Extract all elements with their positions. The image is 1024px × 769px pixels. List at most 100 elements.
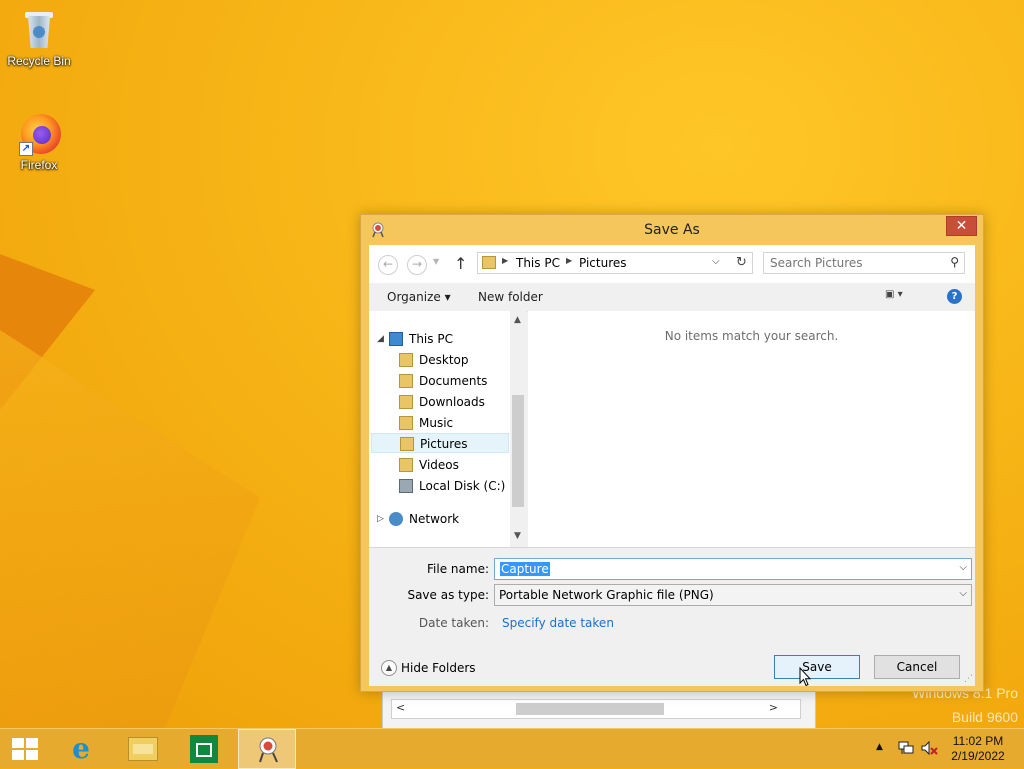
address-dropdown-icon[interactable]: ⌵ [712, 256, 720, 267]
search-input[interactable] [770, 256, 940, 270]
forward-button[interactable]: → [407, 255, 427, 275]
tree-item-music[interactable]: Music [399, 413, 507, 433]
scrollbar-thumb[interactable] [512, 395, 524, 507]
taskbar-internet-explorer[interactable]: e [52, 729, 110, 769]
taskbar-file-explorer[interactable] [114, 729, 172, 769]
save-as-type-value: Portable Network Graphic file (PNG) [499, 588, 714, 602]
store-icon [190, 735, 218, 763]
os-watermark-build: Build 9600 [951, 709, 1018, 725]
scroll-up-icon[interactable]: ▲ [514, 315, 521, 325]
cancel-button[interactable]: Cancel [874, 655, 960, 679]
volume-muted-icon[interactable] [920, 740, 938, 756]
tree-item-pictures[interactable]: Pictures [371, 433, 509, 453]
save-as-dialog[interactable]: Save As ✕ ← → ▼ ↑ ▶ This PC ▶ Pictures ⌵… [360, 214, 984, 692]
start-icon [12, 738, 38, 760]
scroll-down-icon[interactable]: ▼ [514, 531, 521, 541]
save-button[interactable]: Save [774, 655, 860, 679]
title-bar[interactable]: Save As ✕ [361, 215, 983, 245]
mouse-cursor-icon [799, 667, 811, 687]
refresh-button[interactable]: ↻ [731, 252, 753, 274]
date-taken-label: Date taken: [418, 616, 489, 630]
file-list-pane[interactable]: No items match your search. [528, 311, 975, 547]
save-as-type-label: Save as type: [407, 588, 489, 602]
tree-item-downloads[interactable]: Downloads [399, 392, 507, 412]
help-icon[interactable]: ? [947, 289, 962, 304]
resize-grip-icon[interactable]: ⋰ [964, 674, 973, 684]
scroll-right-icon[interactable]: > [769, 701, 778, 714]
tree-item-network[interactable]: ▷ Network [377, 509, 507, 529]
expand-arrow-icon[interactable]: ◢ [377, 329, 384, 349]
clock-date: 2/19/2022 [951, 749, 1005, 763]
clock[interactable]: 11:02 PM 2/19/2022 [940, 734, 1016, 764]
change-view-button[interactable]: ▣ ▾ [885, 289, 921, 305]
tree-item-label: Videos [419, 458, 459, 472]
command-bar: Organize ▾ New folder ▣ ▾ ? [369, 283, 975, 312]
breadcrumb-pictures[interactable]: Pictures [579, 256, 627, 270]
up-button[interactable]: ↑ [454, 254, 467, 273]
show-hidden-icons-button[interactable]: ▲ [876, 742, 883, 752]
search-icon[interactable]: ⚲ [950, 255, 959, 269]
tree-item-label: Music [419, 416, 454, 430]
folder-icon [400, 437, 414, 451]
folder-icon [399, 353, 413, 367]
this-pc-icon [389, 332, 403, 346]
firefox-icon: ↗ [19, 112, 61, 156]
folder-icon [482, 256, 496, 269]
tree-item-videos[interactable]: Videos [399, 455, 507, 475]
file-name-value[interactable]: Capture [500, 562, 550, 576]
recent-locations-button[interactable]: ▼ [433, 257, 439, 266]
taskbar: e ▲ 11:02 PM 2/19/2022 [0, 728, 1024, 769]
file-name-field[interactable]: Capture ⌵ [494, 558, 972, 580]
wallpaper-shape [0, 330, 260, 728]
hide-folders-label: Hide Folders [401, 661, 476, 675]
back-button[interactable]: ← [378, 255, 398, 275]
expand-arrow-icon[interactable]: ▷ [377, 509, 384, 529]
specify-date-taken-link[interactable]: Specify date taken [502, 616, 614, 630]
horizontal-scrollbar[interactable]: < > [391, 699, 801, 719]
vertical-scrollbar[interactable]: ▲ ▼ [510, 311, 526, 547]
desktop-icon-label: Recycle Bin [7, 54, 71, 68]
folder-icon [399, 374, 413, 388]
navigation-bar: ← → ▼ ↑ ▶ This PC ▶ Pictures ⌵ ↻ ⚲ [369, 245, 975, 283]
network-icon[interactable] [898, 740, 914, 756]
clock-time: 11:02 PM [952, 734, 1004, 748]
folder-icon [399, 395, 413, 409]
chevron-down-icon[interactable]: ⌵ [959, 562, 967, 573]
recycle-bin-icon [19, 8, 59, 52]
taskbar-store[interactable] [174, 729, 232, 769]
network-icon [389, 512, 403, 526]
file-explorer-icon [128, 737, 158, 761]
save-as-type-select[interactable]: Portable Network Graphic file (PNG) ⌵ [494, 584, 972, 606]
breadcrumb-separator-icon[interactable]: ▶ [566, 256, 572, 265]
tree-item-this-pc[interactable]: ◢ This PC [377, 329, 507, 349]
desktop-icon-firefox[interactable]: ↗ Firefox [1, 112, 77, 172]
organize-menu[interactable]: Organize ▾ [387, 290, 451, 304]
file-name-label: File name: [427, 562, 489, 576]
folder-icon [399, 416, 413, 430]
address-bar[interactable]: ▶ This PC ▶ Pictures ⌵ [477, 252, 753, 274]
start-button[interactable] [0, 729, 58, 769]
search-box[interactable]: ⚲ [763, 252, 965, 274]
scroll-left-icon[interactable]: < [396, 701, 405, 714]
dialog-client: ← → ▼ ↑ ▶ This PC ▶ Pictures ⌵ ↻ ⚲ Organ… [369, 245, 975, 686]
background-window[interactable]: < > [382, 690, 816, 728]
navigation-pane[interactable]: ◢ This PC Desktop Documents Downloads Mu… [369, 311, 526, 547]
disk-icon [399, 479, 413, 493]
collapse-arrow-icon: ▲ [381, 660, 397, 676]
new-folder-button[interactable]: New folder [478, 290, 543, 304]
desktop-icon-recycle-bin[interactable]: Recycle Bin [1, 8, 77, 68]
breadcrumb-separator-icon[interactable]: ▶ [502, 256, 508, 265]
tree-item-documents[interactable]: Documents [399, 371, 507, 391]
dialog-title: Save As [644, 222, 700, 238]
breadcrumb-this-pc[interactable]: This PC [516, 256, 560, 270]
chevron-down-icon[interactable]: ⌵ [959, 588, 967, 599]
tree-item-label: Desktop [419, 353, 469, 367]
internet-explorer-icon: e [72, 732, 90, 765]
tree-item-label: Pictures [420, 437, 468, 451]
scrollbar-thumb[interactable] [516, 703, 664, 715]
tree-item-local-disk[interactable]: Local Disk (C:) [399, 476, 507, 496]
close-button[interactable]: ✕ [946, 216, 977, 236]
tree-item-desktop[interactable]: Desktop [399, 350, 507, 370]
desktop-icon-label: Firefox [20, 158, 58, 172]
taskbar-snipping-tool[interactable] [238, 729, 296, 769]
